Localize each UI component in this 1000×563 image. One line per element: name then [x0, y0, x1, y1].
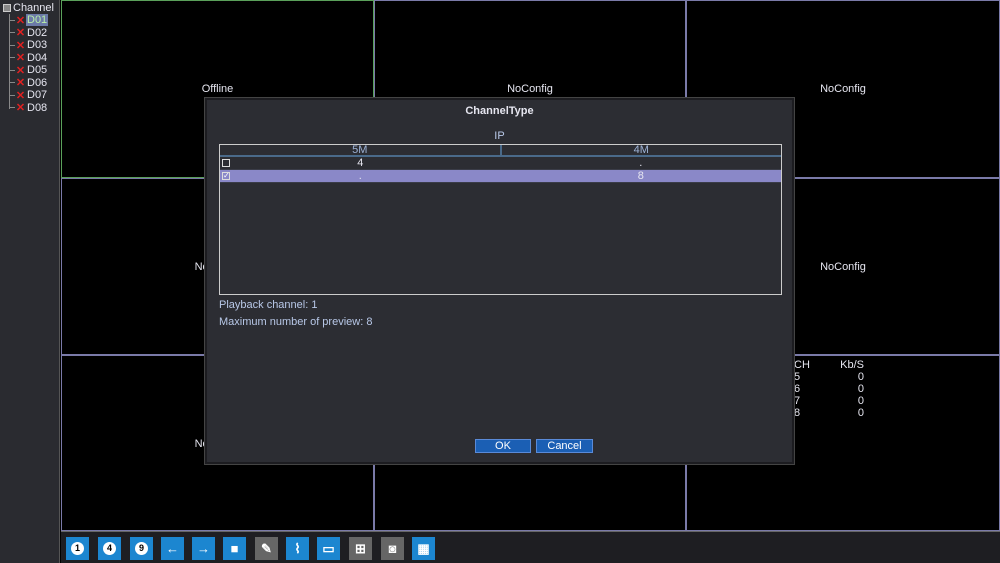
offline-x-icon: ✕ — [15, 89, 26, 102]
stats-kbs: 0 — [857, 407, 864, 419]
ptz-camera-icon: ✎ — [261, 540, 272, 556]
playback-channel-text: Playback channel: 1 — [219, 299, 318, 311]
cell-status: Offline — [201, 83, 234, 95]
channel-label: D08 — [27, 101, 48, 114]
ok-button[interactable]: OK — [475, 439, 531, 453]
channel-tree-root[interactable]: Channel — [3, 2, 54, 14]
cancel-button[interactable]: Cancel — [536, 439, 593, 453]
stats-ch: 7 — [794, 395, 801, 407]
table-row[interactable]: ✓. 8 — [220, 170, 781, 183]
arrow-right-icon: → — [197, 541, 210, 556]
cell-4m: 8 — [637, 170, 644, 182]
cell-5m: . — [358, 170, 362, 182]
bottom-toolbar: 1 4 9 ← → ■ ✎ ⌇ ▭ ⊞ ◙ ▦ — [61, 531, 1000, 563]
network-button[interactable]: ⊞ — [349, 537, 372, 560]
channel-item[interactable]: ✕ D08 — [9, 102, 48, 114]
bitrate-stats: CH Kb/S 50607080 — [790, 359, 864, 419]
fullscreen-button[interactable]: ■ — [223, 537, 246, 560]
offline-x-icon: ✕ — [15, 39, 26, 52]
stats-kbs: 0 — [857, 395, 864, 407]
stats-kbs: 0 — [857, 371, 864, 383]
collapse-icon[interactable] — [3, 4, 11, 12]
group-label: IP — [494, 130, 505, 142]
channel-label: D06 — [27, 76, 48, 89]
channel-label: D01 — [26, 14, 49, 26]
split-9-icon: 9 — [135, 542, 148, 555]
chart-icon: ⌇ — [294, 540, 301, 556]
channel-label: D04 — [27, 51, 48, 64]
qr-code-button[interactable]: ▦ — [412, 537, 435, 560]
cell-status: NoConfig — [820, 83, 866, 95]
channel-item[interactable]: ✕ D05 — [9, 64, 48, 77]
stats-ch: 6 — [794, 383, 801, 395]
channel-item[interactable]: ✕ D04 — [9, 52, 48, 64]
arrow-left-button[interactable]: ← — [161, 537, 184, 560]
network-icon: ⊞ — [355, 540, 366, 556]
fullscreen-icon: ■ — [230, 541, 239, 556]
split-9-button[interactable]: 9 — [130, 537, 153, 560]
column-header-5m: 5M — [220, 145, 502, 156]
row-checkbox[interactable] — [222, 159, 230, 167]
channel-label: D02 — [27, 26, 48, 39]
channel-label: D05 — [27, 64, 48, 76]
channel-type-table: 5M 4M 4. ✓. 8 — [219, 144, 782, 295]
hdd-icon: ◙ — [388, 541, 397, 556]
channel-item[interactable]: ✕ D06 — [9, 77, 48, 89]
dialog-title: ChannelType — [465, 105, 534, 117]
split-1-button[interactable]: 1 — [66, 537, 89, 560]
channel-label: D03 — [27, 39, 48, 51]
offline-x-icon: ✕ — [15, 52, 26, 64]
stats-row: 50 — [790, 371, 864, 383]
cell-4m: . — [639, 157, 643, 169]
split-4-button[interactable]: 4 — [98, 537, 121, 560]
channel-item[interactable]: ✕ D01 — [9, 14, 49, 27]
channel-item[interactable]: ✕ D02 — [9, 27, 48, 39]
cell-status: NoConfig — [507, 83, 553, 95]
hdd-button[interactable]: ◙ — [381, 537, 404, 560]
arrow-left-icon: ← — [166, 541, 179, 556]
split-4-icon: 4 — [103, 542, 116, 555]
split-1-icon: 1 — [71, 542, 84, 555]
max-preview-text: Maximum number of preview: 8 — [219, 316, 373, 328]
stats-kbs: 0 — [857, 383, 864, 395]
stats-header-kbs: Kb/S — [840, 359, 864, 371]
stats-ch: 5 — [794, 371, 801, 383]
stats-row: 70 — [790, 395, 864, 407]
stats-row: 80 — [790, 407, 864, 419]
cell-5m: 4 — [357, 157, 364, 169]
channel-item[interactable]: ✕ D03 — [9, 39, 48, 52]
channel-sidebar: Channel ✕ D01 ✕ D02 ✕ D03 ✕ D04 ✕ D05 ✕ D06 ✕ D07 ✕ D08 — [0, 0, 60, 563]
offline-x-icon: ✕ — [15, 64, 26, 77]
monitor-icon: ▭ — [322, 540, 335, 556]
qr-code-icon: ▦ — [417, 540, 430, 556]
stats-row: 60 — [790, 383, 864, 395]
table-row[interactable]: 4. — [220, 157, 781, 170]
offline-x-icon: ✕ — [15, 14, 26, 27]
ptz-camera-button[interactable]: ✎ — [255, 537, 278, 560]
stats-ch: 8 — [794, 407, 801, 419]
monitor-button[interactable]: ▭ — [317, 537, 340, 560]
channel-type-dialog: ChannelType IP 5M 4M 4. ✓. 8 Playback chann… — [205, 98, 794, 464]
arrow-right-button[interactable]: → — [192, 537, 215, 560]
row-checkbox[interactable]: ✓ — [222, 171, 230, 180]
channel-item[interactable]: ✕ D07 — [9, 89, 48, 102]
offline-x-icon: ✕ — [15, 27, 26, 39]
chart-button[interactable]: ⌇ — [286, 537, 309, 560]
channel-label: D07 — [27, 89, 48, 101]
column-header-4m: 4M — [633, 144, 649, 156]
stats-header-ch: CH — [794, 359, 810, 371]
offline-x-icon: ✕ — [15, 102, 26, 114]
channel-title: Channel — [13, 2, 54, 14]
offline-x-icon: ✕ — [15, 77, 26, 89]
